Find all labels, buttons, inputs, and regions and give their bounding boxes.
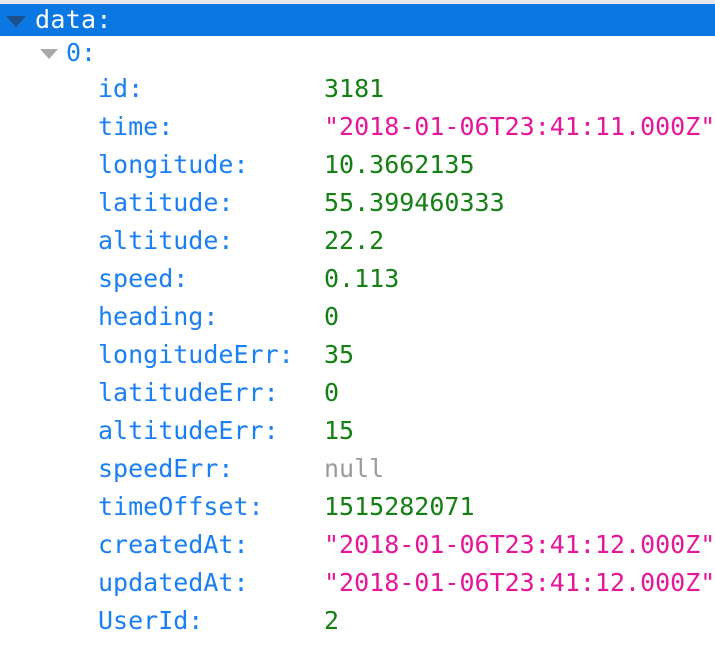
tree-row-property[interactable]: createdAt: "2018-01-06T23:41:12.000Z": [0, 526, 715, 564]
tree-row-index[interactable]: 0:: [0, 36, 715, 70]
tree-row-property[interactable]: longitude: 10.3662135: [0, 146, 715, 184]
property-key: speedErr:: [98, 454, 234, 483]
property-key: latitudeErr:: [98, 378, 279, 407]
property-value: 10.3662135: [324, 150, 475, 179]
tree-row-property[interactable]: id: 3181: [0, 70, 715, 108]
property-key: heading:: [98, 302, 219, 331]
property-key: id:: [98, 74, 144, 103]
property-key: altitude:: [98, 226, 234, 255]
property-key: latitude:: [98, 188, 234, 217]
property-key: UserId:: [98, 606, 204, 635]
property-value: 35: [324, 340, 355, 369]
tree-row-property[interactable]: updatedAt: "2018-01-06T23:41:12.000Z": [0, 564, 715, 602]
property-key: updatedAt:: [98, 568, 249, 597]
property-key: timeOffset:: [98, 492, 264, 521]
index-node-label: 0:: [66, 38, 97, 67]
property-value: 3181: [324, 74, 385, 103]
tree-row-property[interactable]: speed: 0.113: [0, 260, 715, 298]
tree-row-property[interactable]: timeOffset: 1515282071: [0, 488, 715, 526]
property-key: longitudeErr:: [98, 340, 294, 369]
property-key: createdAt:: [98, 530, 249, 559]
property-value: 1515282071: [324, 492, 475, 521]
property-value: 0: [324, 302, 340, 331]
tree-row-property[interactable]: UserId: 2: [0, 602, 715, 640]
tree-row-property[interactable]: time: "2018-01-06T23:41:11.000Z": [0, 108, 715, 146]
property-key: longitude:: [98, 150, 249, 179]
tree-row-property[interactable]: heading: 0: [0, 298, 715, 336]
property-value: null: [324, 454, 385, 483]
tree-row-property[interactable]: longitudeErr: 35: [0, 336, 715, 374]
json-tree: data: 0: id: 3181 time: "2018-01-06T23:41:1…: [0, 4, 715, 640]
tree-row-property[interactable]: altitudeErr: 15: [0, 412, 715, 450]
root-node-label: data:: [35, 5, 112, 34]
tree-entry-list: id: 3181 time: "2018-01-06T23:41:11.000Z" lo…: [0, 70, 715, 640]
property-value: 2: [324, 606, 340, 635]
tree-row-property[interactable]: latitudeErr: 0: [0, 374, 715, 412]
property-value: "2018-01-06T23:41:12.000Z": [324, 530, 715, 559]
property-key: speed:: [98, 264, 189, 293]
json-tree-viewer: data: 0: id: 3181 time: "2018-01-06T23:41:1…: [0, 0, 715, 664]
property-value: 15: [324, 416, 355, 445]
property-value: "2018-01-06T23:41:12.000Z": [324, 568, 715, 597]
tree-row-property[interactable]: latitude: 55.399460333: [0, 184, 715, 222]
property-value: 22.2: [324, 226, 385, 255]
triangle-down-icon[interactable]: [40, 49, 58, 59]
property-value: 55.399460333: [324, 188, 505, 217]
property-key: altitudeErr:: [98, 416, 279, 445]
property-value: "2018-01-06T23:41:11.000Z": [324, 112, 715, 141]
tree-row-root[interactable]: data:: [0, 4, 715, 36]
tree-row-property[interactable]: speedErr: null: [0, 450, 715, 488]
property-value: 0.113: [324, 264, 400, 293]
triangle-down-icon[interactable]: [6, 15, 26, 27]
property-value: 0: [324, 378, 340, 407]
property-key: time:: [98, 112, 174, 141]
tree-row-property[interactable]: altitude: 22.2: [0, 222, 715, 260]
